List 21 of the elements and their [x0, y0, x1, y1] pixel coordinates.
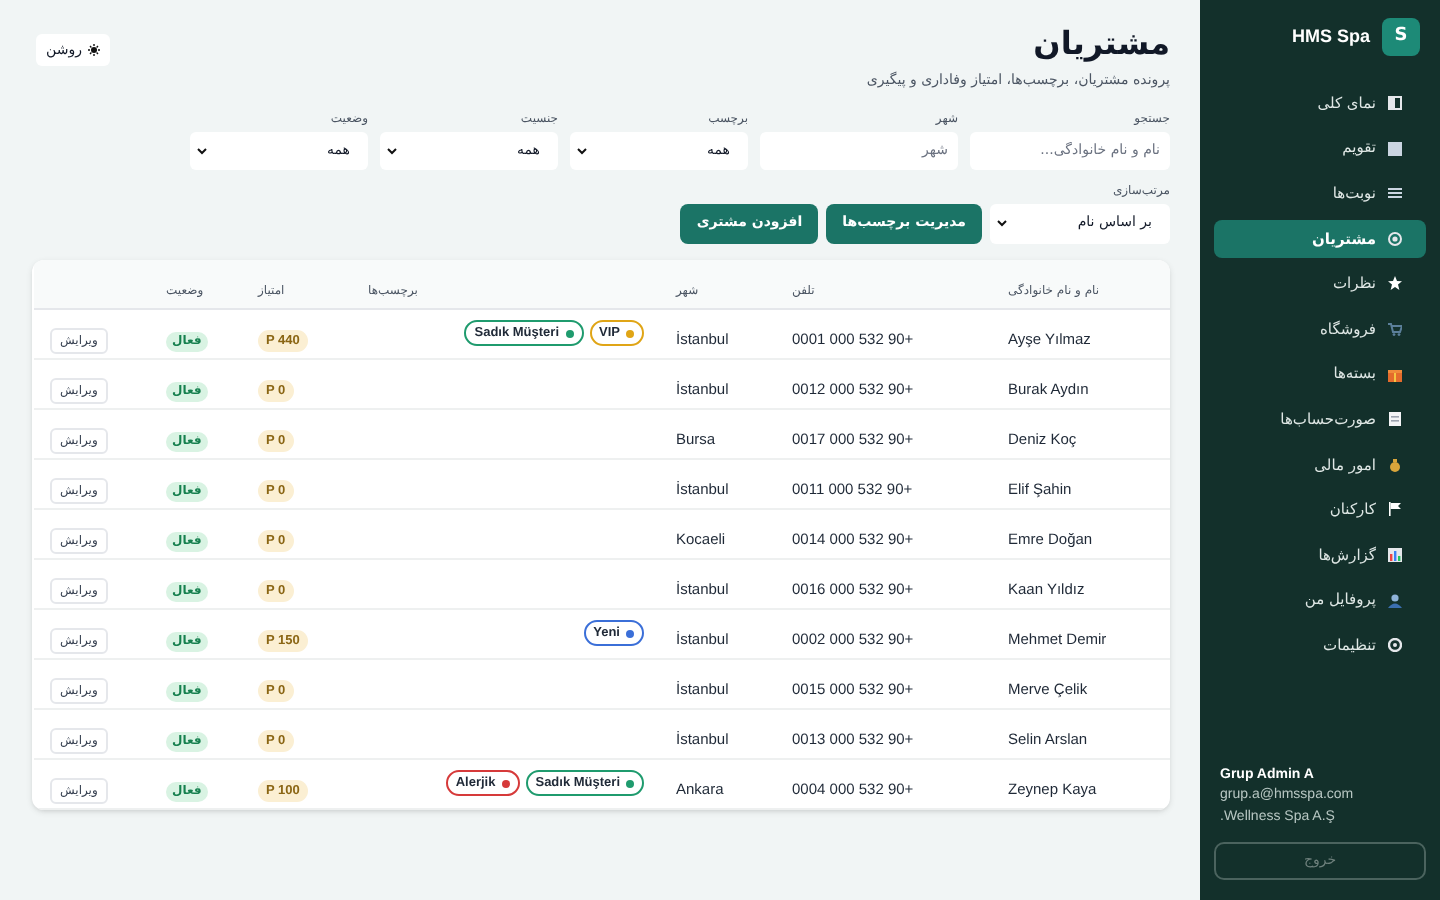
flag-icon [1388, 502, 1402, 517]
money-bag-icon [1388, 457, 1402, 472]
brand-name: HMS Spa [1291, 23, 1370, 50]
layout-icon [1388, 96, 1402, 110]
settings-icon [1388, 638, 1402, 653]
list-icon [1388, 186, 1402, 201]
cart-icon [1388, 321, 1402, 336]
chevron-down-icon [996, 218, 1008, 228]
sun-icon [87, 44, 100, 56]
user-icon [1388, 593, 1402, 608]
star-icon [1388, 276, 1402, 291]
calendar-icon [1388, 141, 1402, 156]
page-title: مشتریان [1031, 24, 1170, 64]
bar-chart-icon [1388, 547, 1402, 562]
chevron-down-icon [576, 145, 588, 155]
chevron-down-icon [386, 145, 398, 155]
logo-badge: S [1382, 18, 1420, 56]
receipt-icon [1388, 412, 1402, 427]
chevron-down-icon [196, 145, 208, 155]
gift-icon [1388, 367, 1402, 382]
target-icon [1388, 231, 1402, 246]
